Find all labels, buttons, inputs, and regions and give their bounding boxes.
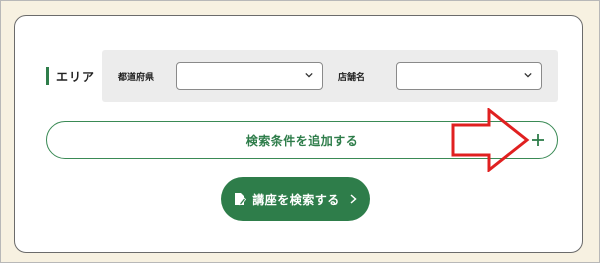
red-arrow-annotation — [451, 108, 530, 172]
area-section-label: エリア — [46, 66, 95, 86]
chevron-right-icon — [350, 194, 357, 204]
search-courses-button[interactable]: 講座を検索する — [221, 177, 370, 221]
prefecture-label: 都道府県 — [118, 73, 155, 83]
prefecture-select[interactable] — [176, 62, 323, 90]
add-condition-label: 検索条件を追加する — [245, 133, 359, 148]
store-label: 店舗名 — [338, 73, 366, 83]
area-accent-bar — [46, 67, 49, 85]
area-filter-box: 都道府県 店舗名 — [102, 50, 558, 102]
chevron-down-icon — [305, 72, 313, 78]
area-label-text: エリア — [56, 69, 96, 84]
document-pen-icon — [235, 193, 247, 206]
plus-icon[interactable] — [529, 131, 547, 149]
search-courses-label: 講座を検索する — [252, 192, 340, 207]
chevron-down-icon — [524, 72, 532, 78]
store-select[interactable] — [396, 62, 542, 90]
